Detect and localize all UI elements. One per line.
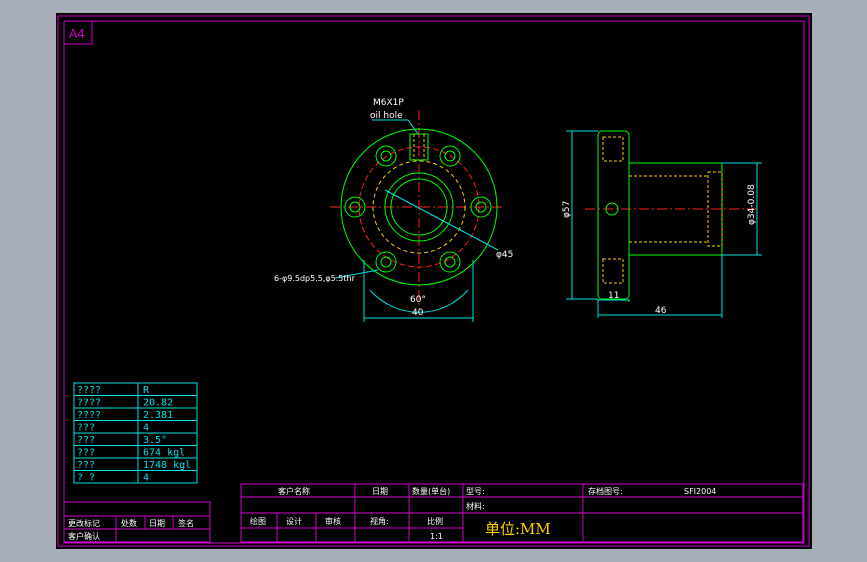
drawing-no-label: 存档图号:	[588, 486, 623, 496]
width-label: 40	[412, 308, 424, 318]
drawn-label: 绘图	[250, 516, 266, 526]
flange-thickness-label: 11	[608, 291, 619, 301]
spec-value: 674 kgl	[143, 448, 185, 459]
spec-key: ????	[77, 385, 101, 396]
revision-date-label: 日期	[149, 519, 165, 528]
drawing-canvas: A4 M6X1P oil hole φ45 6-φ9.5dp5.5,φ5.5th…	[56, 13, 812, 549]
designed-label: 设计	[286, 516, 302, 526]
spec-value: 3.5°	[143, 435, 167, 446]
spec-value: 4	[143, 473, 149, 484]
material-label: 材料:	[466, 501, 485, 511]
body-diameter-label: φ34-0.08	[747, 184, 757, 225]
sheet-size-label: A4	[69, 27, 85, 41]
spec-value: R	[143, 385, 150, 396]
revision-sign-label: 签名	[178, 518, 194, 528]
date-label: 日期	[372, 487, 388, 496]
unit-label: 单位:MM	[485, 520, 551, 538]
revision-count-label: 处数	[121, 518, 137, 528]
thread-label: M6X1P	[373, 98, 404, 108]
angle-label: 60°	[410, 295, 426, 305]
spec-key: ???	[77, 435, 95, 446]
spec-key: ???	[77, 448, 95, 459]
model-label: 型号:	[466, 487, 485, 496]
spec-key: ? ?	[77, 473, 95, 484]
spec-key: ????	[77, 410, 101, 421]
spec-value: 1748 kgl	[143, 460, 191, 471]
length-label: 46	[655, 306, 667, 316]
spec-key: ???	[77, 460, 95, 471]
customer-name-label: 客户名称	[278, 486, 310, 496]
oil-hole-label: oil hole	[370, 111, 403, 121]
checked-label: 审核	[325, 516, 341, 526]
spec-value: 4	[143, 423, 149, 434]
spec-key: ????	[77, 398, 101, 409]
spec-key: ???	[77, 423, 95, 434]
outer-diameter-label: φ57	[562, 201, 572, 218]
view-angle-label: 视角:	[370, 516, 389, 526]
quantity-label: 数量(单台)	[412, 486, 450, 496]
customer-confirm-label: 客户确认	[68, 531, 100, 541]
diameter-label: φ45	[496, 250, 513, 260]
spec-value: 2.381	[143, 410, 173, 421]
scale-value: 1:1	[430, 532, 443, 541]
scale-label: 比例	[427, 516, 443, 526]
spec-value: 20.82	[143, 398, 173, 409]
revision-mark-label: 更改标记	[68, 518, 100, 528]
drawing-no-value: SFI2004	[684, 487, 716, 496]
bolt-hole-label: 6-φ9.5dp5.5,φ5.5thr	[274, 274, 356, 283]
